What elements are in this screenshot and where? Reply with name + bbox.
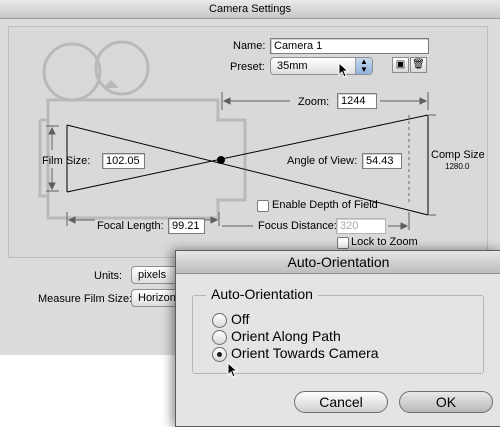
save-icon: ▣ [395,59,406,70]
radio-orient-along-path[interactable] [212,330,227,345]
delete-preset-button[interactable]: 🗑 [410,57,427,73]
angle-of-view-label: Angle of View: [287,155,358,167]
dialog-title: Auto-Orientation [176,251,500,274]
depth-of-field-label: Enable Depth of Field [272,199,378,211]
film-size-input[interactable]: 102.05 [102,153,145,169]
focal-length-input[interactable]: 99.21 [168,218,205,234]
units-value: pixels [138,269,167,281]
popup-arrows-icon: ▲ ▼ [355,58,372,74]
focus-distance-label: Focus Distance: [258,220,337,232]
zoom-input[interactable]: 1244 [337,93,377,109]
comp-size-value: 1280.0 [445,162,470,171]
preset-select[interactable]: 35mm ▲ ▼ [270,57,373,75]
trash-icon: 🗑 [412,59,425,70]
lock-to-zoom-label: Lock to Zoom [351,236,418,248]
angle-of-view-input[interactable]: 54.43 [362,153,402,169]
radio-off[interactable] [212,313,227,328]
comp-size-label: Comp Size [431,149,485,161]
cancel-button[interactable]: Cancel [294,391,388,413]
preset-label: Preset: [230,61,265,73]
focus-distance-input[interactable]: 320 [336,218,386,234]
auto-orientation-dialog: Auto-Orientation Auto-Orientation Off Or… [175,250,500,427]
preset-value: 35mm [277,60,308,72]
name-label: Name: [233,40,266,52]
mouse-cursor-icon [338,62,350,78]
lock-to-zoom-checkbox[interactable] [337,237,349,249]
group-title: Auto-Orientation [206,286,318,302]
radio-orient-towards-camera[interactable] [212,347,227,362]
camera-lens-point [217,156,225,164]
radio-off-label: Off [231,311,250,327]
save-preset-button[interactable]: ▣ [392,57,409,73]
camera-top-marker [103,80,119,88]
focal-length-label: Focal Length: [97,220,164,232]
measure-film-size-label: Measure Film Size: [38,293,133,305]
units-label: Units: [94,270,123,282]
zoom-label: Zoom: [298,96,330,108]
radio-orient-along-path-label: Orient Along Path [231,328,341,344]
mouse-cursor-icon [227,362,239,378]
ok-button[interactable]: OK [399,391,493,413]
depth-of-field-checkbox[interactable] [257,200,269,212]
film-size-label: Film Size: [42,155,91,167]
radio-orient-towards-camera-label: Orient Towards Camera [231,345,379,361]
name-input[interactable]: Camera 1 [270,38,429,54]
